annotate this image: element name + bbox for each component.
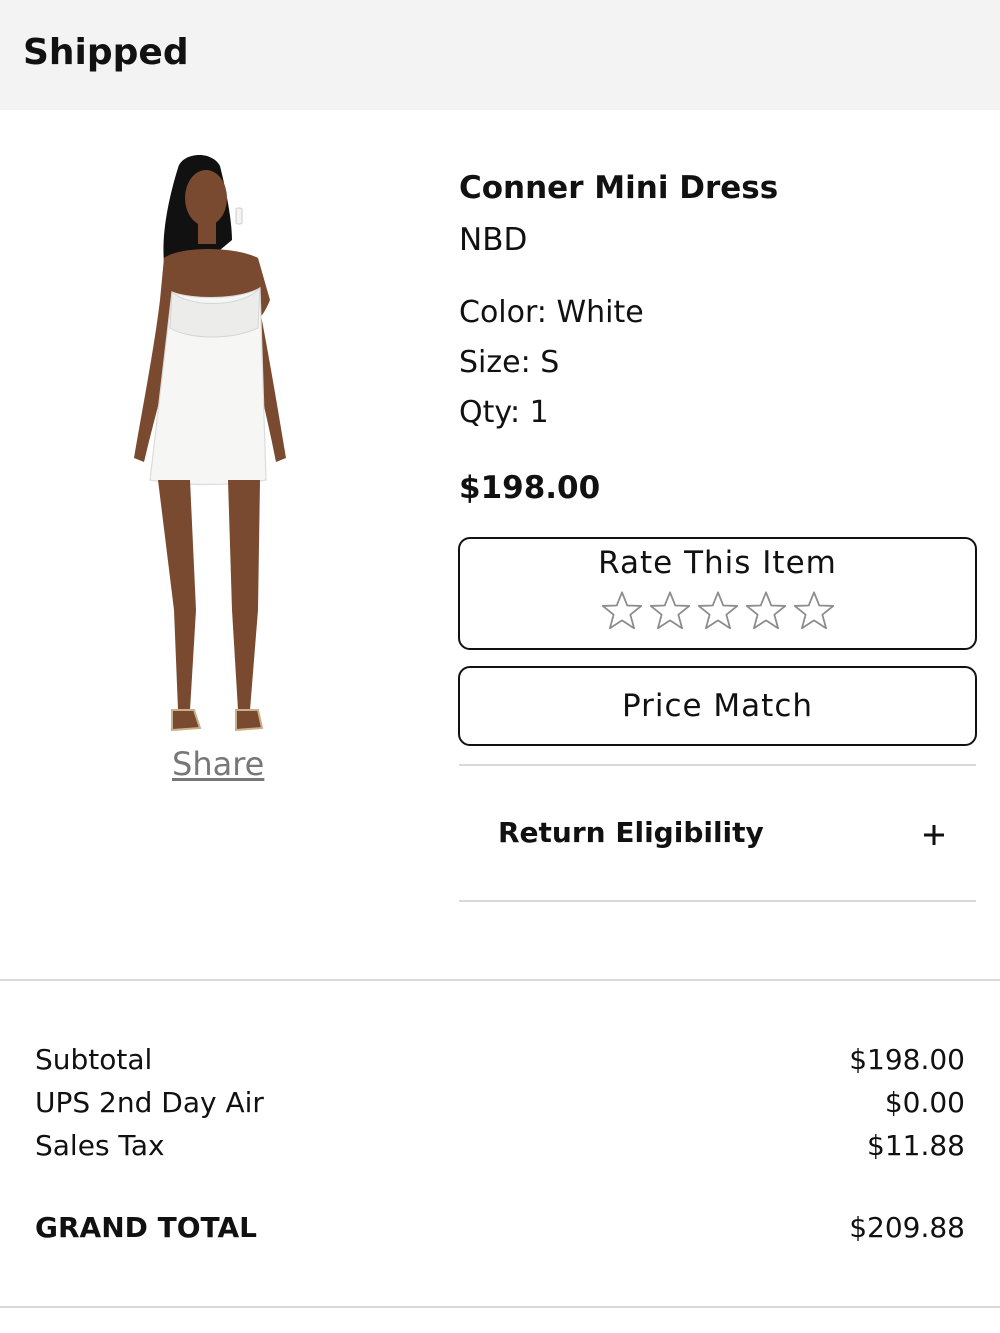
- sales-tax-label: Sales Tax: [35, 1129, 165, 1162]
- return-eligibility-toggle[interactable]: Return Eligibility: [459, 766, 976, 900]
- section-divider: [0, 979, 1000, 981]
- star-outline-icon[interactable]: [696, 589, 740, 633]
- subtotal-label: Subtotal: [35, 1043, 153, 1076]
- order-status-title: Shipped: [23, 32, 189, 73]
- product-color: Color: White: [459, 295, 644, 330]
- shipping-value: $0.00: [884, 1086, 965, 1119]
- share-link[interactable]: Share: [172, 745, 264, 783]
- product-price: $198.00: [459, 470, 601, 506]
- section-divider: [0, 1306, 1000, 1308]
- product-image[interactable]: [120, 150, 320, 750]
- shipping-label: UPS 2nd Day Air: [35, 1086, 264, 1119]
- sales-tax-value: $11.88: [867, 1129, 965, 1162]
- product-brand[interactable]: NBD: [459, 222, 527, 258]
- rate-item-box: Rate This Item: [458, 537, 977, 650]
- divider: [459, 900, 976, 902]
- product-qty: Qty: 1: [459, 395, 549, 430]
- return-eligibility-label: Return Eligibility: [498, 816, 764, 849]
- product-size: Size: S: [459, 345, 560, 380]
- subtotal-value: $198.00: [849, 1043, 965, 1076]
- grand-total-label: GRAND TOTAL: [35, 1211, 257, 1244]
- star-rating: [460, 589, 975, 633]
- star-outline-icon[interactable]: [792, 589, 836, 633]
- rate-item-label: Rate This Item: [598, 545, 837, 581]
- price-match-button[interactable]: Price Match: [458, 666, 977, 746]
- grand-total-value: $209.88: [849, 1211, 965, 1244]
- product-name[interactable]: Conner Mini Dress: [459, 170, 778, 206]
- status-header: Shipped: [0, 0, 1000, 110]
- star-outline-icon[interactable]: [648, 589, 692, 633]
- star-outline-icon[interactable]: [744, 589, 788, 633]
- star-outline-icon[interactable]: [600, 589, 644, 633]
- plus-icon[interactable]: [922, 823, 946, 847]
